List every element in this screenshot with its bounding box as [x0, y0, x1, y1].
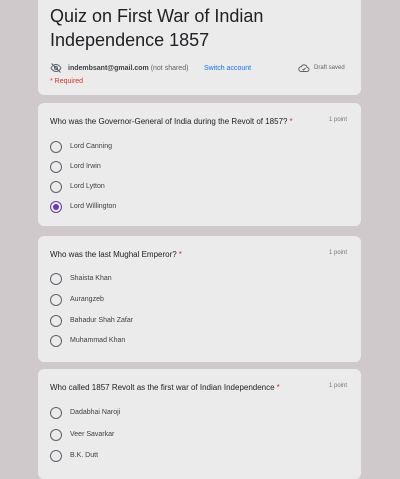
cloud-done-icon	[298, 64, 310, 72]
option-label: Bahadur Shah Zafar	[70, 317, 134, 324]
radio-button[interactable]	[50, 294, 62, 306]
radio-button[interactable]	[50, 335, 62, 347]
option-dadabhai-naroji[interactable]: Dadabhai Naroji	[50, 407, 250, 421]
radio-button[interactable]	[50, 141, 62, 153]
option-bahadur-shah-zafar[interactable]: Bahadur Shah Zafar	[50, 315, 250, 329]
form-title: Quiz on First War of Indian Independence…	[50, 6, 264, 50]
option-label: Lord Canning	[70, 143, 113, 150]
radio-button[interactable]	[50, 273, 62, 285]
option-label: Lord Lytton	[70, 183, 105, 190]
option-bk-dutt[interactable]: B.K. Dutt	[50, 450, 250, 464]
option-veer-savarkar[interactable]: Veer Savarkar	[50, 429, 250, 443]
question-label: Who was the last Mughal Emperor?	[50, 250, 177, 259]
question-text: Who was the Governor-General of India du…	[50, 117, 310, 126]
option-label: Shaista Khan	[70, 275, 112, 282]
option-lord-lytton[interactable]: Lord Lytton	[50, 181, 250, 195]
points-label: 1 point	[328, 117, 347, 123]
option-label: Lord Irwin	[70, 163, 101, 170]
radio-button[interactable]	[50, 315, 62, 327]
radio-button[interactable]	[50, 450, 62, 462]
required-note: * Required	[50, 78, 84, 85]
question-text: Who called 1857 Revolt as the first war …	[50, 383, 310, 392]
option-label: Aurangzeb	[70, 296, 104, 303]
option-lord-willington[interactable]: Lord Willington	[50, 201, 250, 215]
required-asterisk: *	[289, 117, 293, 126]
option-lord-irwin[interactable]: Lord Irwin	[50, 161, 250, 175]
question-card-2: Who was the last Mughal Emperor? * 1 poin…	[38, 236, 361, 362]
form-header-card: Quiz on First War of Indian Independence…	[38, 0, 361, 95]
option-label: Muhammad Khan	[70, 337, 126, 344]
required-asterisk: *	[276, 383, 280, 392]
account-row: indembsant@gmail.com (not shared) Switch…	[50, 62, 350, 76]
switch-account-link[interactable]: Switch account	[204, 65, 251, 72]
question-card-1: Who was the Governor-General of India du…	[38, 103, 361, 226]
option-aurangzeb[interactable]: Aurangzeb	[50, 294, 250, 308]
question-label: Who was the Governor-General of India du…	[50, 117, 288, 126]
option-label: B.K. Dutt	[70, 452, 99, 459]
question-text: Who was the last Mughal Emperor? *	[50, 250, 310, 259]
question-label: Who called 1857 Revolt as the first war …	[50, 383, 275, 392]
eye-off-icon	[50, 63, 62, 73]
option-shaista-khan[interactable]: Shaista Khan	[50, 273, 250, 287]
points-label: 1 point	[328, 383, 347, 389]
points-label: 1 point	[328, 250, 347, 256]
radio-button[interactable]	[50, 161, 62, 173]
radio-button[interactable]	[50, 429, 62, 441]
not-shared-label: (not shared)	[150, 65, 189, 72]
account-email: indembsant@gmail.com (not shared)	[68, 65, 188, 72]
option-label: Veer Savarkar	[70, 431, 115, 438]
question-card-3: Who called 1857 Revolt as the first war …	[38, 369, 361, 479]
option-label: Lord Willington	[70, 203, 117, 210]
radio-button[interactable]	[50, 181, 62, 193]
option-label: Dadabhai Naroji	[70, 409, 121, 416]
account-email-text: indembsant@gmail.com	[68, 65, 149, 72]
required-asterisk: *	[178, 250, 182, 259]
option-muhammad-khan[interactable]: Muhammad Khan	[50, 335, 250, 349]
radio-button[interactable]	[50, 407, 62, 419]
radio-button-selected[interactable]	[50, 201, 62, 213]
draft-status: Draft saved	[314, 65, 345, 71]
option-lord-canning[interactable]: Lord Canning	[50, 141, 250, 155]
